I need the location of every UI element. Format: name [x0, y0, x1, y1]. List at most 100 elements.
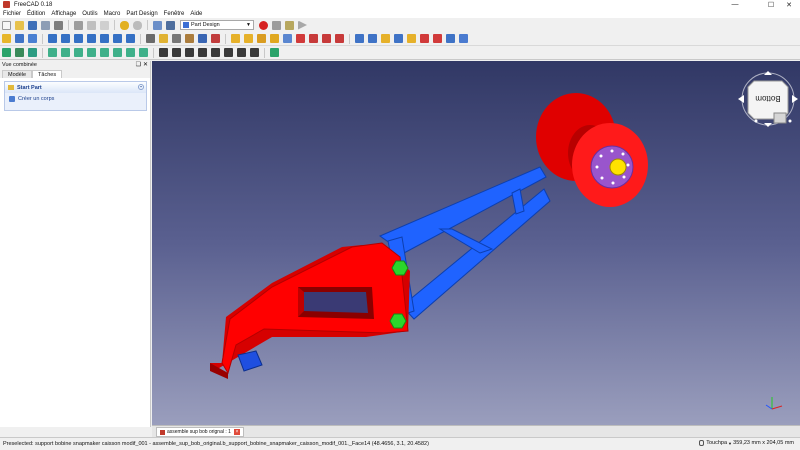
additive-box-icon[interactable]	[335, 34, 344, 43]
part-icon[interactable]	[198, 34, 207, 43]
document-tab[interactable]: assemble sup bob orignal : 1 ×	[156, 427, 244, 437]
green-nut-top[interactable]	[391, 260, 409, 276]
task-header[interactable]: Start Part ⌃	[5, 82, 146, 93]
pad-icon[interactable]	[257, 34, 266, 43]
circle-icon[interactable]	[224, 48, 233, 57]
tree-selection-icon[interactable]	[159, 34, 168, 43]
arc-icon[interactable]	[211, 48, 220, 57]
fit-selection-icon[interactable]	[15, 34, 24, 43]
measure-distance-icon[interactable]	[146, 34, 155, 43]
tab-model[interactable]: Modèle	[2, 70, 33, 78]
workbench-selector[interactable]: Part Design ▼	[180, 20, 254, 30]
cut-icon[interactable]	[74, 20, 83, 30]
draw-style-icon[interactable]	[28, 34, 37, 43]
3d-model-scene[interactable]: Bottom	[152, 61, 800, 425]
blue-foot[interactable]	[237, 350, 263, 372]
groove-icon[interactable]	[296, 34, 305, 43]
green-nut-bottom[interactable]	[389, 313, 407, 329]
datum-point-icon[interactable]	[2, 48, 11, 57]
view-rear-icon[interactable]	[100, 34, 109, 43]
linear-pattern-icon[interactable]	[420, 34, 429, 43]
subtractive-primitive-icon[interactable]	[113, 48, 122, 57]
open-folder-icon[interactable]	[15, 20, 24, 30]
float-panel-icon[interactable]: ❏	[136, 61, 141, 68]
view-right-icon[interactable]	[87, 34, 96, 43]
chamfer-icon[interactable]	[368, 34, 377, 43]
workbench-label: Part Design	[191, 22, 220, 28]
clone-icon[interactable]	[74, 48, 83, 57]
3d-viewport[interactable]: Bottom	[152, 61, 800, 425]
view-front-icon[interactable]	[61, 34, 70, 43]
menu-file[interactable]: Fichier	[3, 11, 21, 17]
sketch-icon[interactable]	[139, 48, 148, 57]
menu-help[interactable]: Aide	[190, 11, 202, 17]
measure-icon[interactable]	[270, 48, 279, 57]
menu-window[interactable]: Fenêtre	[164, 11, 185, 17]
subshape-binder-icon[interactable]	[87, 48, 96, 57]
menu-tools[interactable]: Outils	[82, 11, 97, 17]
fillet-icon[interactable]	[355, 34, 364, 43]
tab-tasks[interactable]: Tâches	[32, 70, 63, 78]
measure-linear-icon[interactable]	[185, 34, 194, 43]
datum-plane-icon[interactable]	[28, 48, 37, 57]
stop-macro-icon[interactable]	[272, 20, 281, 30]
undo-icon[interactable]	[120, 20, 129, 30]
revolution-icon[interactable]	[283, 34, 292, 43]
view-isometric-icon[interactable]	[48, 34, 57, 43]
whats-this-icon[interactable]	[166, 20, 175, 30]
clipping-plane-icon[interactable]	[172, 34, 181, 43]
multi-transform-icon[interactable]	[446, 34, 455, 43]
view-bottom-icon[interactable]	[113, 34, 122, 43]
shape-binder-icon[interactable]	[61, 48, 70, 57]
thickness-icon[interactable]	[394, 34, 403, 43]
create-sketch-icon[interactable]	[244, 34, 253, 43]
subtractive-pipe-icon[interactable]	[322, 34, 331, 43]
draft-icon[interactable]	[381, 34, 390, 43]
copy-icon[interactable]	[87, 20, 96, 30]
minimize-button[interactable]: —	[722, 0, 748, 9]
refresh-icon[interactable]	[153, 20, 162, 30]
record-macro-icon[interactable]	[259, 20, 268, 30]
boolean-icon[interactable]	[459, 34, 468, 43]
sketch-view-icon[interactable]	[159, 48, 168, 57]
navigation-style-selector[interactable]: Touchpa ▼	[699, 440, 732, 446]
constraint-icon[interactable]	[250, 48, 259, 57]
menu-view[interactable]: Affichage	[51, 11, 76, 17]
yellow-axle[interactable]	[609, 158, 627, 176]
polyline-icon[interactable]	[198, 48, 207, 57]
polar-pattern-icon[interactable]	[433, 34, 442, 43]
menu-edit[interactable]: Édition	[27, 11, 45, 17]
mirrored-icon[interactable]	[407, 34, 416, 43]
local-cs-icon[interactable]	[48, 48, 57, 57]
close-button[interactable]: ✕	[776, 0, 800, 9]
close-tab-icon[interactable]: ×	[233, 429, 240, 435]
datum-line-icon[interactable]	[15, 48, 24, 57]
paste-icon[interactable]	[100, 20, 109, 30]
new-document-icon[interactable]	[2, 20, 11, 30]
create-body-icon[interactable]	[231, 34, 240, 43]
fit-all-icon[interactable]	[2, 34, 11, 43]
menu-part-design[interactable]: Part Design	[126, 11, 157, 17]
rectangle-icon[interactable]	[237, 48, 246, 57]
view-left-icon[interactable]	[126, 34, 135, 43]
menu-macro[interactable]: Macro	[104, 11, 121, 17]
red-spool[interactable]	[536, 93, 648, 207]
point-icon[interactable]	[172, 48, 181, 57]
body-icon[interactable]	[211, 34, 220, 43]
print-icon[interactable]	[54, 20, 63, 30]
edit-macro-icon[interactable]	[285, 20, 294, 30]
collapse-icon[interactable]: ⌃	[138, 84, 144, 90]
redo-icon[interactable]	[133, 20, 142, 30]
create-body-action[interactable]: Créer un corps	[5, 93, 146, 105]
save-as-icon[interactable]	[41, 20, 50, 30]
additive-pipe-icon[interactable]	[309, 34, 318, 43]
pocket-icon[interactable]	[270, 34, 279, 43]
save-icon[interactable]	[28, 20, 37, 30]
view-top-icon[interactable]	[74, 34, 83, 43]
hole-icon[interactable]	[126, 48, 135, 57]
line-icon[interactable]	[185, 48, 194, 57]
run-macro-icon[interactable]	[298, 20, 307, 30]
close-panel-icon[interactable]: ✕	[143, 61, 148, 68]
additive-primitive-icon[interactable]	[100, 48, 109, 57]
toolbar-separator	[42, 33, 43, 44]
